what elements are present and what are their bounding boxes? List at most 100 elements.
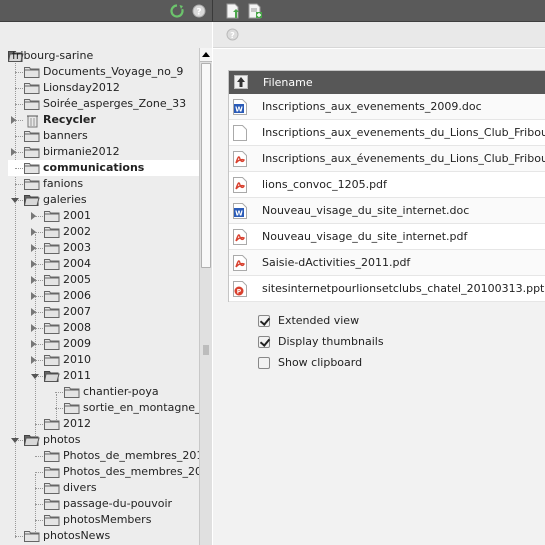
tree-guide-stub xyxy=(15,168,23,169)
tree-node-photos-de-membres-2013[interactable]: Photos_de_membres_2013 xyxy=(0,448,199,464)
svg-text:?: ? xyxy=(196,8,201,18)
tree-guide-stub xyxy=(35,248,43,249)
sort-icon[interactable] xyxy=(234,75,248,89)
collapse-arrow-icon[interactable] xyxy=(11,198,19,203)
tree-node-2011[interactable]: 2011 xyxy=(0,368,199,384)
tree-node-sortie-en-montagne-wi[interactable]: sortie_en_montagne_wi xyxy=(0,400,199,416)
top-toolbar: ? xyxy=(0,0,545,22)
expand-arrow-icon[interactable] xyxy=(31,212,36,220)
expand-arrow-icon[interactable] xyxy=(11,116,16,124)
folder-icon xyxy=(24,530,40,542)
show-clipboard-checkbox[interactable] xyxy=(258,357,270,369)
tree-guide-stub xyxy=(15,72,23,73)
folder-icon xyxy=(64,402,80,414)
tree-guide-stub xyxy=(15,536,23,537)
tree-node-label: birmanie2012 xyxy=(43,145,120,158)
tree-guide-stub xyxy=(35,312,43,313)
tree-node-2010[interactable]: 2010 xyxy=(0,352,199,368)
file-row[interactable]: Saisie-dActivities_2011.pdf xyxy=(229,250,545,276)
new-file-icon[interactable] xyxy=(247,3,263,19)
tree-node-label: Photos_de_membres_2013 xyxy=(63,449,199,462)
tree-node-label: photosMembers xyxy=(63,513,152,526)
tree-node-chantier-poya[interactable]: chantier-poya xyxy=(0,384,199,400)
tree-scrollbar[interactable] xyxy=(199,48,212,545)
folder-icon xyxy=(44,514,60,526)
tree-node-recycler[interactable]: Recycler xyxy=(0,112,199,128)
tree-node-2012[interactable]: 2012 xyxy=(0,416,199,432)
expand-arrow-icon[interactable] xyxy=(31,244,36,252)
svg-text:W: W xyxy=(235,106,243,114)
expand-arrow-icon[interactable] xyxy=(31,324,36,332)
tree-node-photosmembers[interactable]: photosMembers xyxy=(0,512,199,528)
tree-node-soir-e-asperges-zone-33[interactable]: Soirée_asperges_Zone_33 xyxy=(0,96,199,112)
tree-guide-stub xyxy=(15,120,23,121)
panel-resize-grip[interactable] xyxy=(203,344,209,356)
tree-node-photos-des-membres-2012[interactable]: Photos_des_membres_2012 xyxy=(0,464,199,480)
tree-node-divers[interactable]: divers xyxy=(0,480,199,496)
tree-node-2009[interactable]: 2009 xyxy=(0,336,199,352)
tree-node-label: chantier-poya xyxy=(83,385,159,398)
tree-node-documents-voyage-no-9[interactable]: Documents_Voyage_no_9 xyxy=(0,64,199,80)
collapse-arrow-icon[interactable] xyxy=(11,438,19,443)
tree-node-label: Recycler xyxy=(43,113,96,126)
collapse-arrow-icon[interactable] xyxy=(31,374,39,379)
expand-arrow-icon[interactable] xyxy=(31,228,36,236)
blank-file-icon xyxy=(233,125,247,141)
tree-node-galeries[interactable]: galeries xyxy=(0,192,199,208)
tree-node-birmanie2012[interactable]: birmanie2012 xyxy=(0,144,199,160)
folder-icon xyxy=(44,498,60,510)
file-row[interactable]: W Nouveau_visage_du_site_internet.doc xyxy=(229,198,545,224)
file-row[interactable]: lions_convoc_1205.pdf xyxy=(229,172,545,198)
tree-node-2004[interactable]: 2004 xyxy=(0,256,199,272)
tree-node-2008[interactable]: 2008 xyxy=(0,320,199,336)
tree-node-label: communications xyxy=(43,161,145,174)
pdf-icon xyxy=(233,229,247,245)
expand-arrow-icon[interactable] xyxy=(31,356,36,364)
tree-node-lionsday2012[interactable]: Lionsday2012 xyxy=(0,80,199,96)
file-row[interactable]: W Inscriptions_aux_evenements_2009.doc xyxy=(229,94,545,120)
display-thumbnails-checkbox[interactable] xyxy=(258,336,270,348)
tree-node-fanions[interactable]: fanions xyxy=(0,176,199,192)
expand-arrow-icon[interactable] xyxy=(11,148,16,156)
file-row[interactable]: Inscriptions_aux_évenements_du_Lions_Clu… xyxy=(229,146,545,172)
upload-file-icon[interactable] xyxy=(225,3,241,19)
tree-node-label: fribourg-sarine xyxy=(12,49,94,62)
expand-arrow-icon[interactable] xyxy=(31,340,36,348)
folder-icon xyxy=(44,242,60,254)
tree-guide-stub xyxy=(15,152,23,153)
tree-node-2005[interactable]: 2005 xyxy=(0,272,199,288)
tree-node-2002[interactable]: 2002 xyxy=(0,224,199,240)
tree-node-2001[interactable]: 2001 xyxy=(0,208,199,224)
tree-node-communications[interactable]: communications xyxy=(8,160,199,176)
refresh-icon[interactable] xyxy=(169,3,185,19)
scrollbar-thumb[interactable] xyxy=(201,63,211,268)
tree-node-photos[interactable]: photos xyxy=(0,432,199,448)
show-clipboard-label: Show clipboard xyxy=(278,356,363,369)
tree-node-banners[interactable]: banners xyxy=(0,128,199,144)
tree-node-label: 2012 xyxy=(63,417,91,430)
scroll-up-button[interactable] xyxy=(200,48,212,62)
info-icon[interactable]: ? xyxy=(226,28,239,44)
file-row[interactable]: Nouveau_visage_du_site_internet.pdf xyxy=(229,224,545,250)
extended-view-checkbox[interactable] xyxy=(258,315,270,327)
tree-node-2007[interactable]: 2007 xyxy=(0,304,199,320)
tree-node-passage-du-pouvoir[interactable]: passage-du-pouvoir xyxy=(0,496,199,512)
expand-arrow-icon[interactable] xyxy=(31,292,36,300)
tree-guide-stub xyxy=(35,344,43,345)
tree-node-2003[interactable]: 2003 xyxy=(0,240,199,256)
folder-icon xyxy=(44,210,60,222)
help-icon[interactable]: ? xyxy=(191,3,207,19)
expand-arrow-icon[interactable] xyxy=(31,276,36,284)
display-thumbnails-label: Display thumbnails xyxy=(278,335,384,348)
tree-node-label: 2004 xyxy=(63,257,91,270)
tree-node-label: Documents_Voyage_no_9 xyxy=(43,65,184,78)
tree-node-label: Lionsday2012 xyxy=(43,81,120,94)
expand-arrow-icon[interactable] xyxy=(31,308,36,316)
expand-arrow-icon[interactable] xyxy=(31,260,36,268)
file-row[interactable]: Inscriptions_aux_evenements_du_Lions_Clu… xyxy=(229,120,545,146)
tree-node-photosnews[interactable]: photosNews xyxy=(0,528,199,544)
filename-column-header[interactable]: Filename xyxy=(263,71,313,94)
file-row[interactable]: Psitesinternetpourlionsetclubs_chatel_20… xyxy=(229,276,545,302)
tree-node-2006[interactable]: 2006 xyxy=(0,288,199,304)
tree-guide-stub xyxy=(55,408,63,409)
